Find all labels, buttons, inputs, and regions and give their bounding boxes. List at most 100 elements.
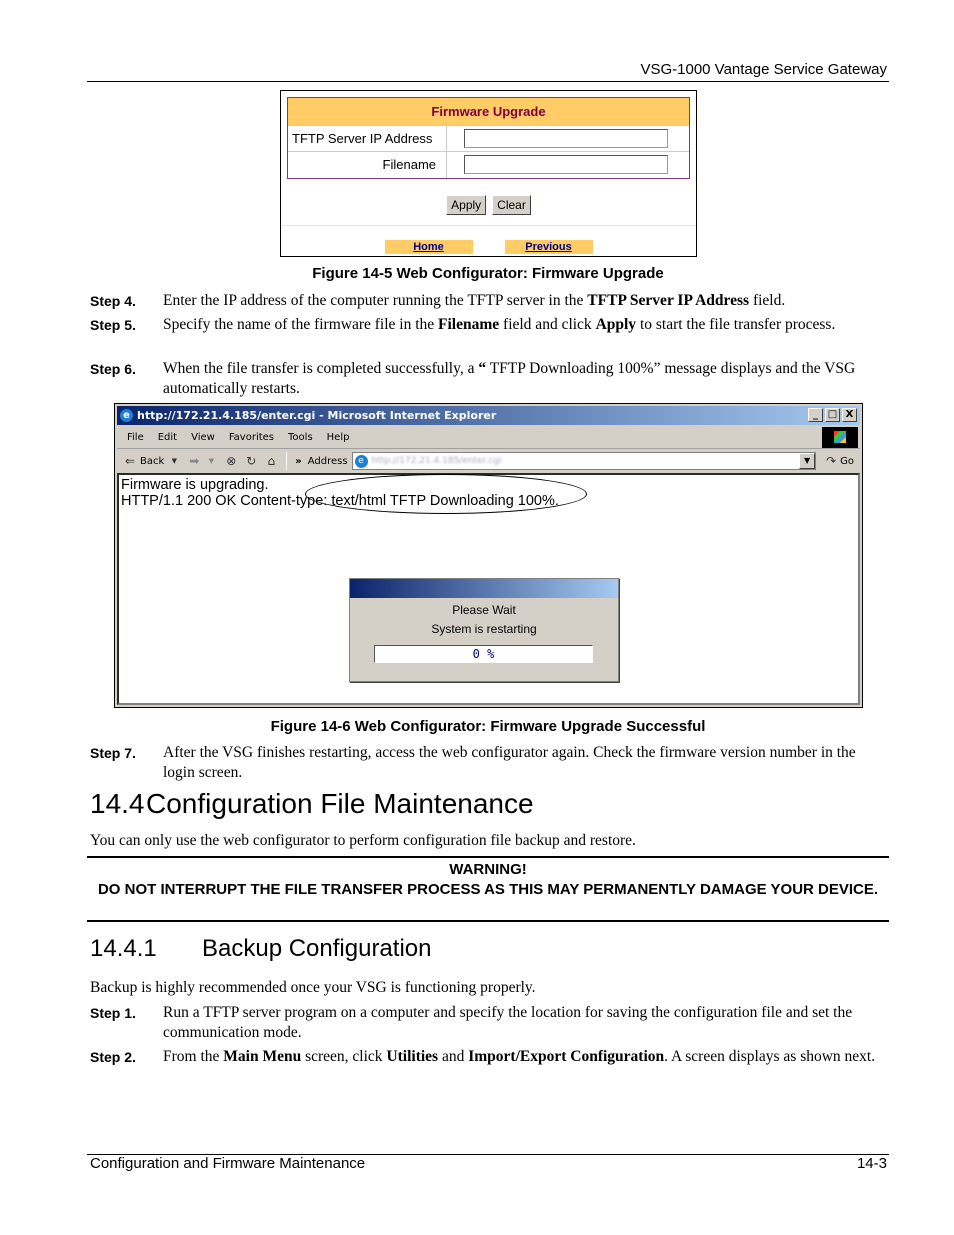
tftp-server-ip-input[interactable]: [464, 129, 668, 148]
firmware-upgrade-figure: Firmware Upgrade TFTP Server IP Address …: [280, 90, 697, 257]
address-label: Address: [307, 455, 348, 467]
menu-favorites[interactable]: Favorites: [229, 432, 274, 443]
step-run: When the file transfer is completed succ…: [163, 360, 479, 377]
step-text: Specify the name of the firmware file in…: [163, 315, 835, 335]
step-number: Step 4.: [90, 293, 136, 309]
warning-text: DO NOT INTERRUPT THE FILE TRANSFER PROCE…: [97, 881, 879, 898]
section-title: Configuration File Maintenance: [146, 788, 534, 819]
step-number: Step 5.: [90, 317, 136, 333]
stop-icon: ⊗: [226, 454, 237, 468]
step-text: From the Main Menu screen, click Utiliti…: [163, 1047, 875, 1067]
step-item: Step 4. Enter the IP address of the comp…: [90, 291, 890, 311]
step-item: Step 6. When the file transfer is comple…: [90, 359, 890, 399]
subsection-title: Backup Configuration: [202, 935, 432, 962]
dialog-status: System is restarting: [431, 622, 537, 636]
address-bar[interactable]: e http://172.21.4.185/enter.cgi ▼: [351, 452, 817, 470]
step-run: screen, click: [301, 1048, 387, 1065]
browser-content: Firmware is upgrading. HTTP/1.1 200 OK C…: [117, 473, 860, 705]
warning-title: WARNING!: [449, 861, 527, 878]
previous-link[interactable]: Previous: [504, 240, 593, 254]
ie-logo-icon: e: [120, 409, 133, 422]
section-number: 14.4: [90, 788, 145, 819]
step-text: Enter the IP address of the computer run…: [163, 291, 785, 311]
tftp-server-ip-label: TFTP Server IP Address: [288, 126, 447, 151]
restart-progress-bar: 0 %: [374, 645, 593, 663]
step-text: When the file transfer is completed succ…: [163, 359, 890, 399]
step-text: Run a TFTP server program on a computer …: [163, 1003, 890, 1043]
subsection-heading: 14.4.1 Backup Configuration: [90, 935, 431, 963]
step-run: and: [438, 1048, 469, 1065]
filename-input[interactable]: [464, 155, 668, 174]
section-intro: You can only use the web configurator to…: [90, 832, 636, 849]
step-run: After the VSG finishes restarting, acces…: [163, 744, 856, 781]
step-number: Step 6.: [90, 361, 136, 377]
step-run: Run a TFTP server program on a computer …: [163, 1004, 853, 1041]
menu-file[interactable]: File: [127, 432, 144, 443]
browser-title: http://172.21.4.185/enter.cgi - Microsof…: [137, 409, 497, 422]
step-number: Step 2.: [90, 1049, 136, 1065]
step-run: From the: [163, 1048, 224, 1065]
home-link[interactable]: Home: [384, 240, 473, 254]
refresh-icon: ↻: [246, 454, 257, 468]
step-item: Step 1. Run a TFTP server program on a c…: [90, 1003, 890, 1043]
menu-edit[interactable]: Edit: [158, 432, 177, 443]
dialog-message: Please Wait: [452, 603, 516, 617]
toolbar-overflow-button[interactable]: »: [295, 456, 301, 467]
home-button[interactable]: ⌂: [264, 454, 278, 468]
header-rule: [87, 81, 889, 82]
highlight-ellipse: [305, 474, 587, 514]
go-button[interactable]: ↷ Go: [824, 454, 854, 468]
step-run: to start the file transfer process.: [636, 316, 836, 333]
toolbar-separator: [286, 452, 288, 470]
warning-box: WARNING! DO NOT INTERRUPT THE FILE TRANS…: [87, 856, 889, 922]
footer-chapter: Configuration and Firmware Maintenance: [90, 1155, 366, 1172]
address-dropdown-icon[interactable]: ▼: [799, 453, 816, 469]
page-number: 14-3: [856, 1155, 887, 1172]
subsection-number: 14.4.1: [90, 935, 157, 962]
step-run: Specify the name of the firmware file in…: [163, 316, 439, 333]
go-label: Go: [840, 455, 854, 467]
refresh-button[interactable]: ↻: [244, 454, 258, 468]
back-button[interactable]: ⇐ Back ▼: [123, 454, 181, 468]
browser-menu-bar: File Edit View Favorites Tools Help: [117, 427, 860, 449]
restart-dialog: Please Wait System is restarting 0 %: [349, 578, 619, 682]
step-emphasis: “: [478, 360, 487, 377]
step-emphasis: Filename: [438, 316, 500, 333]
go-arrow-icon: ↷: [826, 454, 837, 468]
page-output: Firmware is upgrading. HTTP/1.1 200 OK C…: [121, 474, 587, 514]
step-emphasis: TFTP Server IP Address: [587, 292, 750, 309]
maximize-button[interactable]: □: [825, 408, 840, 422]
step-emphasis: Apply: [595, 316, 637, 333]
step-run: . A screen displays as shown next.: [664, 1048, 876, 1065]
dropdown-icon: ▼: [208, 457, 214, 465]
step-item: Step 2. From the Main Menu screen, click…: [90, 1047, 890, 1067]
menu-view[interactable]: View: [191, 432, 215, 443]
step-emphasis: Import/Export Configuration: [468, 1048, 665, 1065]
figure-14-6-caption: Figure 14-6 Web Configurator: Firmware U…: [270, 718, 706, 735]
step-run: field and click: [499, 316, 596, 333]
browser-toolbar: ⇐ Back ▼ ➡ ▼ ⊗ ↻ ⌂ » Address e http://17…: [117, 450, 860, 472]
forward-arrow-icon: ➡: [189, 454, 200, 468]
forward-button[interactable]: ➡ ▼: [187, 454, 218, 468]
browser-title-bar: e http://172.21.4.185/enter.cgi - Micros…: [117, 406, 860, 425]
clear-button[interactable]: Clear: [492, 195, 531, 215]
menu-tools[interactable]: Tools: [288, 432, 313, 443]
step-run: field.: [749, 292, 786, 309]
dropdown-icon: ▼: [171, 457, 177, 465]
stop-button[interactable]: ⊗: [224, 454, 238, 468]
page-icon: e: [354, 454, 368, 468]
subsection-intro: Backup is highly recommended once your V…: [90, 979, 536, 996]
apply-button[interactable]: Apply: [446, 195, 487, 215]
back-arrow-icon: ⇐: [124, 454, 136, 468]
dialog-title-bar: [350, 579, 618, 598]
menu-help[interactable]: Help: [327, 432, 350, 443]
minimize-button[interactable]: _: [808, 408, 823, 422]
browser-window: e http://172.21.4.185/enter.cgi - Micros…: [114, 403, 863, 708]
step-number: Step 1.: [90, 1005, 136, 1021]
step-number: Step 7.: [90, 745, 136, 761]
step-text: After the VSG finishes restarting, acces…: [163, 743, 890, 783]
back-label: Back: [140, 455, 165, 467]
step-emphasis: Utilities: [386, 1048, 439, 1065]
close-button[interactable]: X: [842, 408, 857, 422]
form-title: Firmware Upgrade: [288, 98, 689, 126]
